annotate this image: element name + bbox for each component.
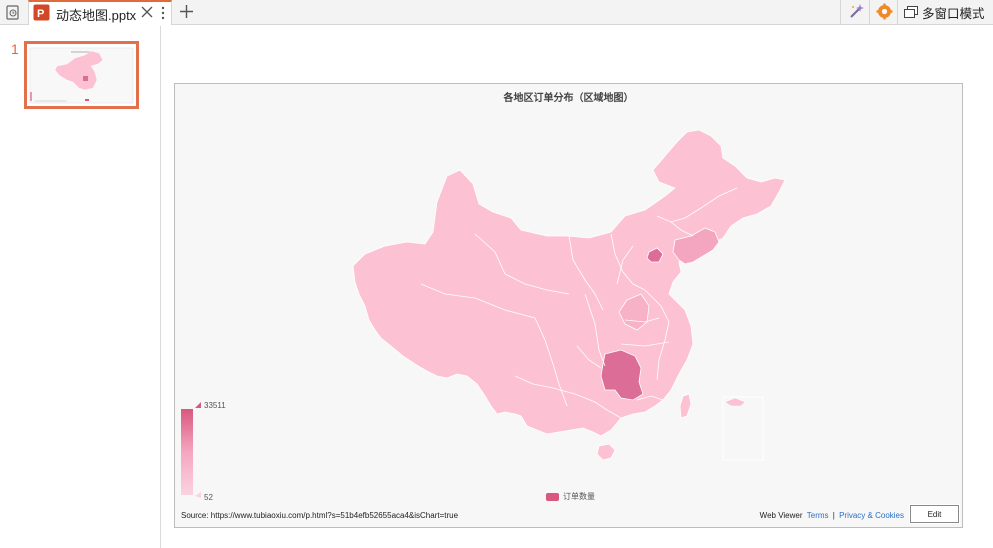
visual-map-min-label: 52 [204, 493, 213, 502]
china-map [181, 129, 786, 498]
slide-thumbnail[interactable] [24, 41, 139, 109]
toolbar-divider [869, 0, 870, 25]
web-viewer-label: Web Viewer [759, 511, 803, 520]
visual-map-gradient [181, 409, 193, 495]
source-text: Source: https://www.tubiaoxiu.com/p.html… [181, 511, 459, 520]
multi-window-label: 多窗口模式 [922, 6, 985, 21]
terms-link[interactable]: Terms [807, 511, 829, 520]
legend-swatch [546, 492, 559, 501]
edit-button[interactable]: Edit [910, 505, 959, 523]
visual-map[interactable] [181, 402, 201, 498]
toolbar-divider [840, 0, 841, 25]
visual-map-max-handle[interactable] [195, 402, 201, 408]
home-icon[interactable] [4, 4, 22, 21]
document-title: 动态地图.pptx [56, 8, 137, 23]
document-tab[interactable]: P 动态地图.pptx [28, 0, 172, 25]
viewer-links: Web Viewer Terms | Privacy & Cookies [758, 511, 904, 520]
windows-icon [904, 6, 918, 18]
slide-canvas: 各地区订单分布（区域地图） 33511 52 订单数量 Source: http… [162, 26, 993, 548]
multi-window-button[interactable]: 多窗口模式 [904, 2, 985, 22]
gear-icon[interactable] [876, 3, 893, 20]
visual-map-max-label: 33511 [204, 401, 226, 410]
close-icon[interactable] [141, 5, 153, 19]
powerpoint-icon: P [33, 4, 50, 21]
legend[interactable]: 订单数量 [546, 491, 595, 502]
map-chart[interactable]: 各地区订单分布（区域地图） 33511 52 订单数量 Source: http… [174, 83, 963, 528]
toolbar-divider [897, 0, 898, 25]
privacy-link[interactable]: Privacy & Cookies [839, 511, 904, 520]
magic-wand-icon[interactable] [848, 3, 865, 20]
map-region-taiwan[interactable] [679, 393, 692, 419]
south-china-sea-inset [722, 396, 764, 461]
visual-map-min-handle[interactable] [195, 492, 201, 498]
legend-label: 订单数量 [563, 492, 595, 501]
new-tab-icon[interactable] [178, 3, 195, 20]
slide-number: 1 [11, 41, 19, 57]
slide-panel: 1 [0, 26, 161, 548]
slide-thumbnail-preview [27, 44, 136, 106]
more-options-icon[interactable] [159, 5, 167, 21]
link-separator: | [832, 511, 835, 520]
map-region-hainan[interactable] [596, 443, 616, 461]
svg-text:P: P [37, 8, 44, 20]
map-region-mainland[interactable] [352, 129, 786, 437]
tab-bar: P 动态地图.pptx 多窗口模式 [0, 0, 993, 25]
